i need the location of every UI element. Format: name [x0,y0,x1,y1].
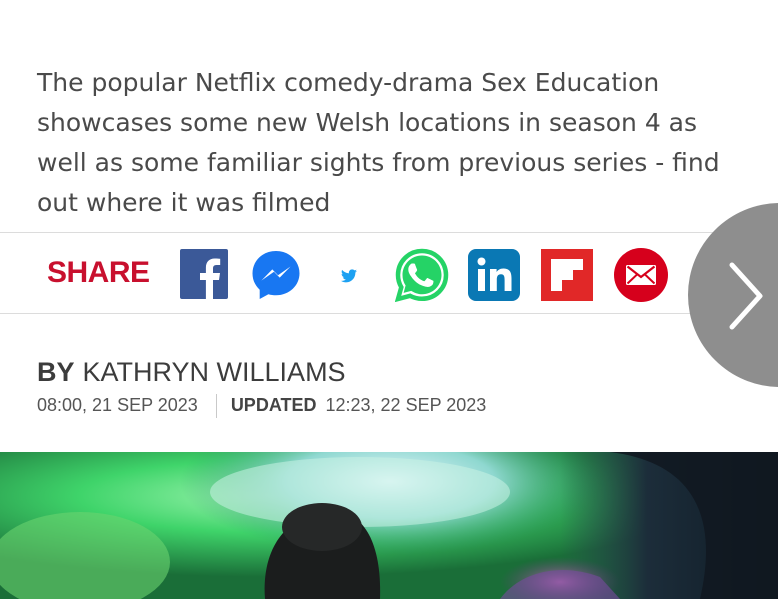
updated-time: 12:23, 22 SEP 2023 [325,395,487,415]
article-page: The popular Netflix comedy-drama Sex Edu… [0,0,778,599]
linkedin-icon[interactable] [468,249,520,301]
flipboard-icon[interactable] [541,249,593,301]
article-dates: 08:00, 21 SEP 2023 UPDATED 12:23, 22 SEP … [37,393,487,419]
email-icon[interactable] [613,247,669,303]
whatsapp-icon[interactable] [395,248,449,302]
messenger-icon[interactable] [250,249,302,301]
hero-photo [0,452,778,599]
date-divider [215,394,217,419]
share-label: SHARE [47,256,150,289]
author-link[interactable]: KATHRYN WILLIAMS [83,357,346,387]
next-article-button[interactable] [688,203,778,387]
article-standfirst: The popular Netflix comedy-drama Sex Edu… [37,68,720,217]
updated-label: UPDATED [230,395,317,415]
chevron-right-icon [729,262,763,330]
byline-prefix: BY [37,357,75,387]
twitter-icon[interactable] [341,269,357,283]
share-bar: SHARE [0,232,778,314]
facebook-icon[interactable] [180,249,228,299]
byline: BY KATHRYN WILLIAMS [37,356,346,388]
hero-image[interactable] [0,452,778,599]
published-time: 08:00, 21 SEP 2023 [37,395,198,415]
